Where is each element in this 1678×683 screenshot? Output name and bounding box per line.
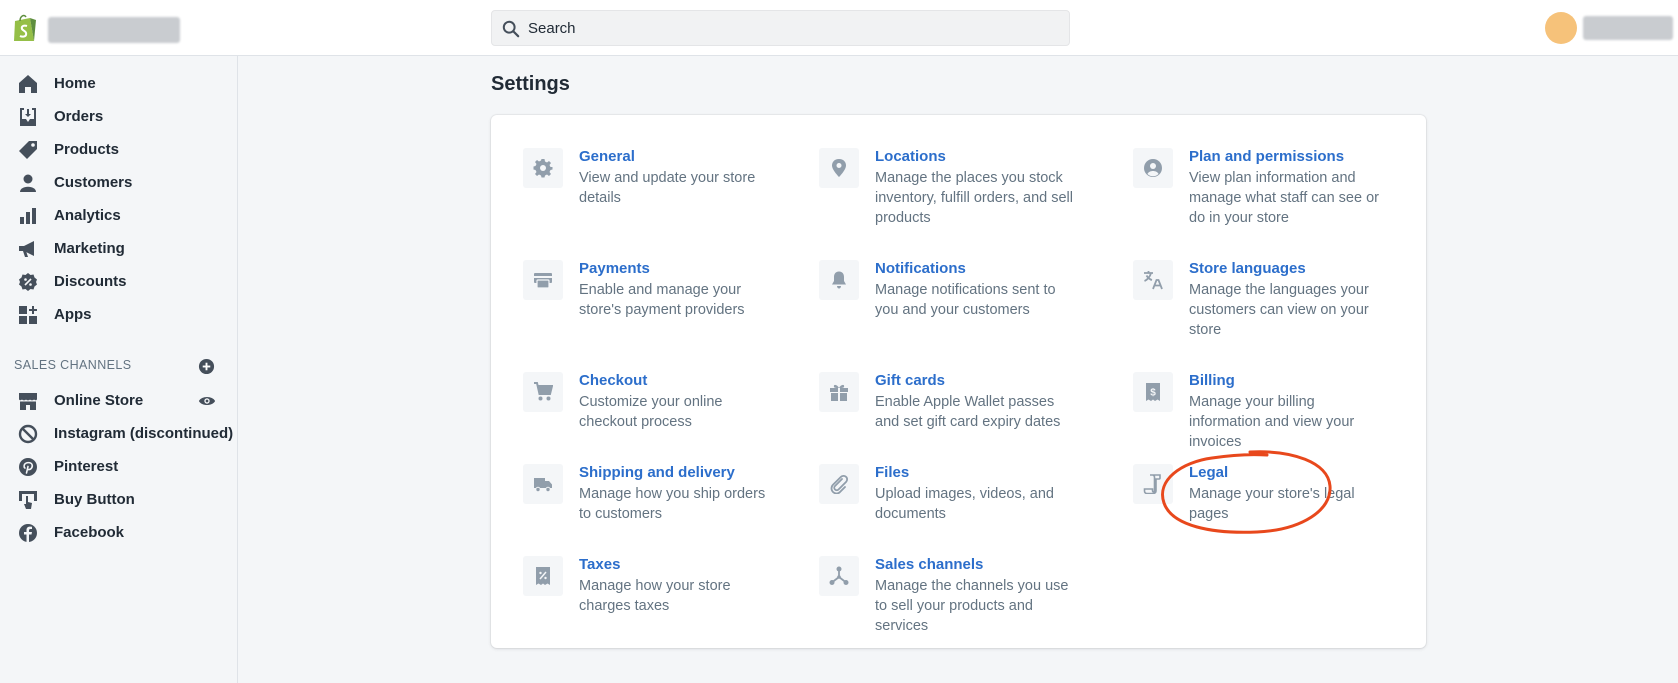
- sidebar-item-buy-button[interactable]: Buy Button: [0, 483, 237, 516]
- setting-title[interactable]: Notifications: [875, 260, 966, 277]
- setting-description: Enable Apple Wallet passes and set gift …: [875, 394, 1061, 430]
- sidebar-item-marketing[interactable]: Marketing: [0, 232, 237, 265]
- bell-icon: [832, 271, 846, 289]
- sidebar-item-label: Instagram (discontinued): [54, 425, 234, 442]
- store-name-redacted[interactable]: [48, 17, 180, 43]
- sidebar-item-label: Discounts: [54, 273, 127, 290]
- megaphone-icon: [19, 241, 34, 257]
- sales-channels-header: SALES CHANNELS: [14, 358, 132, 372]
- payments-icon: [534, 273, 552, 289]
- sidebar-item-pinterest[interactable]: Pinterest: [0, 450, 237, 483]
- sidebar-item-home[interactable]: Home: [0, 67, 237, 100]
- setting-title[interactable]: Gift cards: [875, 372, 945, 389]
- setting-title[interactable]: Store languages: [1189, 260, 1306, 277]
- location-pin-icon: [832, 159, 846, 177]
- store-icon: [19, 393, 37, 410]
- gift-icon: [830, 384, 848, 401]
- setting-description: Manage how your store charges taxes: [579, 578, 731, 614]
- search-bar[interactable]: [491, 10, 1070, 46]
- setting-title[interactable]: General: [579, 148, 635, 165]
- search-icon: [502, 20, 520, 38]
- sidebar-item-apps[interactable]: Apps: [0, 298, 237, 331]
- paperclip-icon: [830, 474, 849, 494]
- sidebar-item-label: Analytics: [54, 207, 121, 224]
- setting-description: Manage how you ship orders to customers: [579, 486, 766, 522]
- eye-icon[interactable]: [198, 394, 216, 408]
- sidebar-item-label: Pinterest: [54, 458, 119, 475]
- setting-title[interactable]: Legal: [1189, 464, 1228, 481]
- setting-title[interactable]: Checkout: [579, 372, 647, 389]
- blocked-icon: [18, 424, 38, 444]
- sidebar-item-label: Buy Button: [54, 491, 135, 508]
- pinterest-icon: [19, 458, 37, 476]
- setting-title[interactable]: Taxes: [579, 556, 620, 573]
- sidebar-item-label: Home: [54, 75, 96, 92]
- setting-description: View and update your store details: [579, 170, 756, 206]
- sidebar-item-instagram[interactable]: Instagram (discontinued): [0, 417, 237, 450]
- setting-description: Manage notifications sent to you and you…: [875, 282, 1056, 318]
- tax-icon: [536, 567, 550, 585]
- discount-icon: [19, 273, 37, 291]
- setting-description: Manage your store's legal pages: [1189, 486, 1355, 522]
- sidebar-item-label: Customers: [54, 174, 133, 191]
- home-icon: [19, 75, 37, 93]
- sidebar-item-label: Marketing: [54, 240, 125, 257]
- page-title: Settings: [491, 73, 570, 95]
- avatar[interactable]: [1545, 12, 1577, 44]
- setting-description: Enable and manage your store's payment p…: [579, 282, 745, 318]
- setting-title[interactable]: Plan and permissions: [1189, 148, 1344, 165]
- sidebar-item-orders[interactable]: Orders: [0, 100, 237, 133]
- user-circle-icon: [1144, 159, 1162, 177]
- setting-description: Upload images, videos, and documents: [875, 486, 1054, 522]
- truck-icon: [534, 478, 552, 493]
- setting-title[interactable]: Billing: [1189, 372, 1235, 389]
- setting-description: Manage the channels you use to sell your…: [875, 578, 1069, 634]
- shopify-logo-icon[interactable]: [12, 13, 38, 43]
- settings-card: General View and update your store detai…: [491, 115, 1426, 648]
- sidebar-item-label: Products: [54, 141, 120, 158]
- sidebar-item-label: Orders: [54, 108, 104, 125]
- setting-description: Customize your online checkout process: [579, 394, 723, 430]
- setting-title[interactable]: Sales channels: [875, 556, 983, 573]
- sidebar-item-analytics[interactable]: Analytics: [0, 199, 237, 232]
- setting-title[interactable]: Shipping and delivery: [579, 464, 735, 481]
- channels-icon: [829, 566, 849, 585]
- sidebar: Home Orders Products Customers Analytics…: [0, 56, 238, 683]
- billing-icon: $: [1146, 383, 1160, 401]
- sidebar-item-label: Online Store: [54, 392, 144, 409]
- svg-text:$: $: [1150, 388, 1156, 399]
- person-icon: [20, 174, 36, 192]
- facebook-icon: [19, 524, 37, 542]
- setting-description: View plan information and manage what st…: [1189, 170, 1379, 226]
- setting-title[interactable]: Files: [875, 464, 909, 481]
- add-sales-channel-icon[interactable]: [198, 358, 215, 375]
- sidebar-item-discounts[interactable]: Discounts: [0, 265, 237, 298]
- search-input[interactable]: [528, 11, 1048, 45]
- cart-icon: [534, 382, 553, 401]
- setting-description: Manage the languages your customers can …: [1189, 282, 1369, 338]
- orders-icon: [20, 108, 36, 126]
- sidebar-item-customers[interactable]: Customers: [0, 166, 237, 199]
- bar-chart-icon: [20, 208, 36, 224]
- gear-icon: [533, 159, 553, 178]
- sidebar-item-products[interactable]: Products: [0, 133, 237, 166]
- setting-title[interactable]: Payments: [579, 260, 650, 277]
- apps-icon: [19, 306, 37, 324]
- sidebar-item-label: Apps: [54, 306, 92, 323]
- legal-icon: [1143, 474, 1161, 494]
- sidebar-item-facebook[interactable]: Facebook: [0, 516, 237, 549]
- tag-icon: [19, 141, 37, 159]
- user-name-redacted[interactable]: [1583, 16, 1673, 40]
- setting-title[interactable]: Locations: [875, 148, 946, 165]
- setting-description: Manage the places you stock inventory, f…: [875, 170, 1073, 226]
- top-bar: [0, 0, 1678, 56]
- sidebar-item-label: Facebook: [54, 524, 125, 541]
- buy-button-icon: [19, 491, 37, 509]
- setting-description: Manage your billing information and view…: [1189, 394, 1355, 450]
- translate-icon: [1144, 271, 1163, 290]
